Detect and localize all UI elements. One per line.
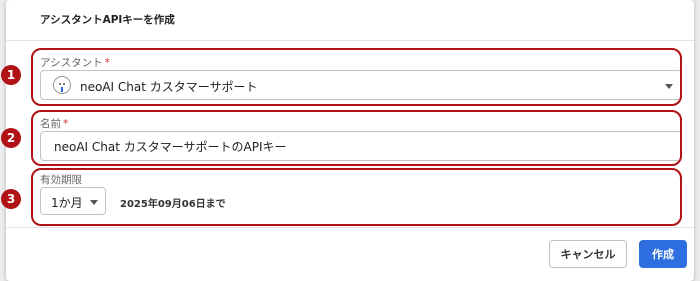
dialog-title: アシスタントAPIキーを作成 <box>40 14 175 26</box>
annotation-badge-2: 2 <box>1 128 21 148</box>
footer-divider <box>6 227 694 228</box>
create-button[interactable]: 作成 <box>639 240 687 268</box>
header-divider <box>6 40 694 41</box>
annotation-highlight-3 <box>31 168 682 226</box>
annotation-highlight-2 <box>31 110 682 166</box>
annotation-highlight-1 <box>31 48 682 106</box>
annotation-badge-3: 3 <box>1 189 21 209</box>
cancel-button[interactable]: キャンセル <box>549 240 627 268</box>
annotation-badge-1: 1 <box>1 65 21 85</box>
